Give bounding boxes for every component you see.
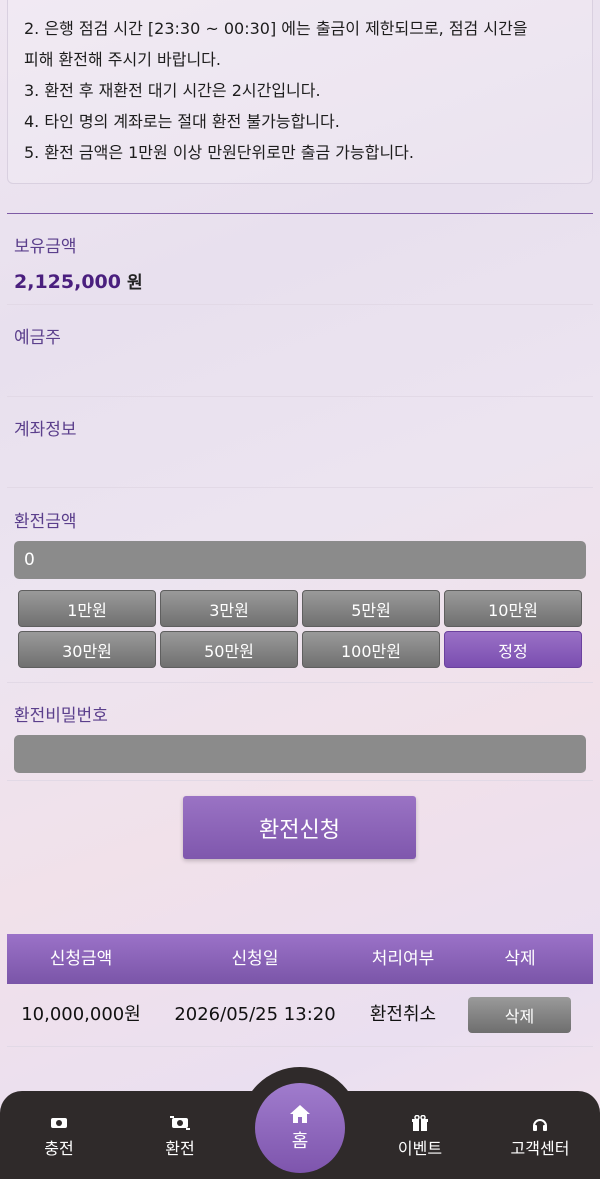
account-label: 계좌정보 — [14, 420, 77, 440]
history-table-header: 신청금액 신청일 처리여부 삭제 — [7, 934, 593, 984]
header-date: 신청일 — [231, 949, 279, 969]
nav-label-support: 고객센터 — [510, 1139, 570, 1158]
gift-icon — [370, 1114, 470, 1133]
section-divider — [7, 213, 593, 214]
balance-value: 2,125,000 원 — [14, 268, 143, 293]
row-amount: 10,000,000원 — [21, 1004, 141, 1025]
delete-button[interactable]: 삭제 — [468, 997, 571, 1033]
depositor-label: 예금주 — [14, 328, 61, 348]
exchange-amount-input[interactable]: 0 — [14, 541, 586, 579]
notice-line: 2. 은행 점검 시간 [23:30 ~ 00:30] 에는 출금이 제한되므로… — [24, 19, 528, 38]
balance-unit: 원 — [126, 273, 143, 293]
exchange-amount-label: 환전금액 — [14, 512, 77, 532]
header-status: 처리여부 — [371, 949, 435, 969]
nav-item-exchange[interactable]: 환전 — [130, 1115, 230, 1159]
nav-label-exchange: 환전 — [165, 1139, 195, 1158]
quick-amount-button-5[interactable]: 5만원 — [302, 590, 440, 627]
nav-item-support[interactable]: 고객센터 — [490, 1115, 590, 1159]
password-label: 환전비밀번호 — [14, 706, 108, 726]
quick-amount-button-10[interactable]: 10만원 — [444, 590, 582, 627]
row-status: 환전취소 — [369, 1004, 437, 1025]
notice-line: 피해 환전해 주시기 바랍니다. — [24, 50, 221, 69]
notice-line: 4. 타인 명의 계좌로는 절대 환전 불가능합니다. — [24, 112, 340, 131]
nav-item-event[interactable]: 이벤트 — [370, 1114, 470, 1159]
table-row: 10,000,000원 2026/05/25 13:20 환전취소 삭제 — [7, 985, 593, 1045]
quick-amount-button-3[interactable]: 3만원 — [160, 590, 298, 627]
header-delete: 삭제 — [504, 949, 536, 969]
headset-icon — [490, 1115, 590, 1133]
notice-box: 2. 은행 점검 시간 [23:30 ~ 00:30] 에는 출금이 제한되므로… — [7, 0, 593, 184]
row-divider — [7, 682, 593, 683]
notice-line: 3. 환전 후 재환전 대기 시간은 2시간입니다. — [24, 81, 321, 100]
quick-amount-button-30[interactable]: 30만원 — [18, 631, 156, 668]
quick-amount-button-50[interactable]: 50만원 — [160, 631, 298, 668]
reset-button[interactable]: 정정 — [444, 631, 582, 668]
submit-exchange-button[interactable]: 환전신청 — [183, 796, 416, 859]
nav-item-deposit[interactable]: 충전 — [9, 1115, 109, 1159]
nav-label-deposit: 충전 — [44, 1139, 74, 1158]
quick-amount-grid: 1만원 3만원 5만원 10만원 30만원 50만원 100만원 정정 — [18, 590, 582, 668]
row-divider — [7, 487, 593, 488]
quick-amount-button-100[interactable]: 100만원 — [302, 631, 440, 668]
row-divider — [7, 304, 593, 305]
balance-amount: 2,125,000 — [14, 271, 121, 293]
nav-label-event: 이벤트 — [397, 1139, 443, 1158]
notice-line: 5. 환전 금액은 1만원 이상 만원단위로만 출금 가능합니다. — [24, 143, 414, 162]
row-date: 2026/05/25 13:20 — [174, 1004, 336, 1025]
header-amount: 신청금액 — [49, 949, 113, 969]
quick-amount-button-1[interactable]: 1만원 — [18, 590, 156, 627]
balance-label: 보유금액 — [14, 237, 77, 257]
exchange-icon — [130, 1115, 230, 1133]
row-divider — [7, 1046, 593, 1047]
home-icon — [255, 1103, 345, 1127]
nav-label-home: 홈 — [291, 1131, 309, 1152]
nav-item-home[interactable]: 홈 — [255, 1083, 345, 1173]
password-input[interactable] — [14, 735, 586, 773]
row-divider — [7, 780, 593, 781]
money-icon — [9, 1115, 109, 1133]
row-divider — [7, 396, 593, 397]
